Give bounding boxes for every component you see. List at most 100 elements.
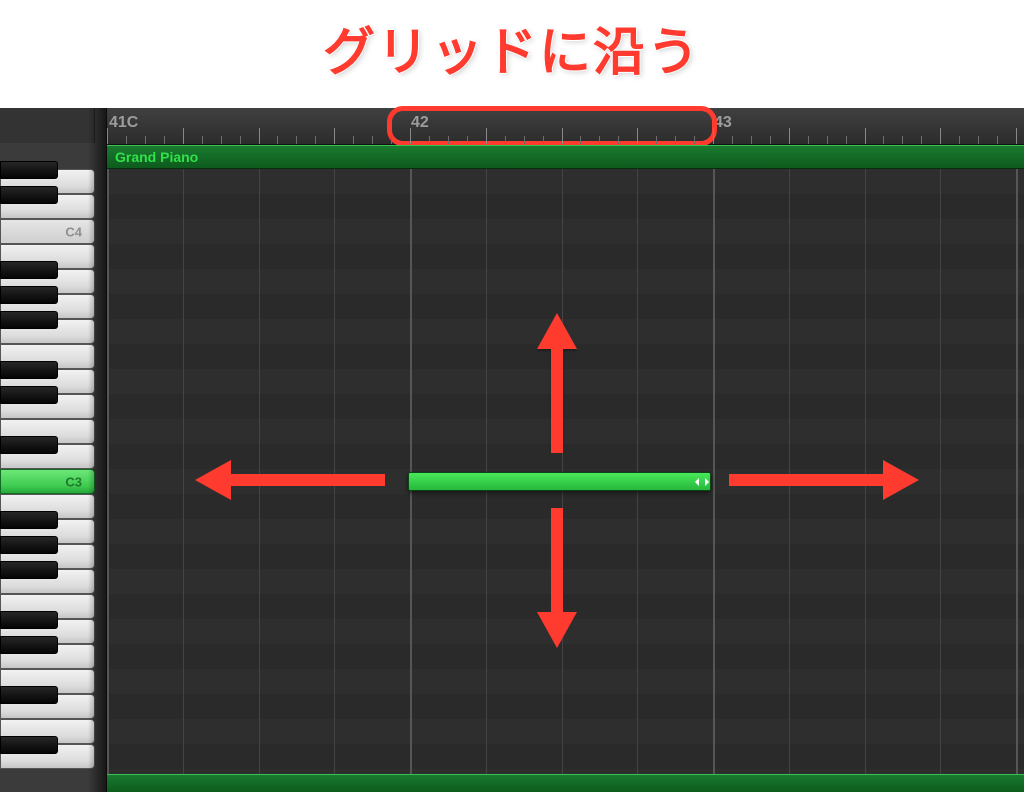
piano-key-black[interactable] <box>0 611 58 629</box>
piano-key-c4[interactable]: C4 <box>0 219 95 244</box>
ruler-tick <box>164 136 165 144</box>
ruler-bar-number: 42 <box>411 114 429 132</box>
grid-row <box>107 369 1024 394</box>
ruler-tick <box>505 136 506 144</box>
piano-key-black[interactable] <box>0 636 58 654</box>
note-resize-handle-icon[interactable] <box>694 473 709 490</box>
grid-row <box>107 169 1024 194</box>
annotation-highlight-box <box>387 106 717 146</box>
piano-key-black[interactable] <box>0 361 58 379</box>
ruler-tick <box>126 136 127 144</box>
ruler-tick <box>637 128 638 144</box>
piano-key-black[interactable] <box>0 386 58 404</box>
ruler-tick <box>846 136 847 144</box>
ruler-tick <box>940 128 941 144</box>
grid-row <box>107 569 1024 594</box>
piano-key-black[interactable] <box>0 536 58 554</box>
ruler-tick-major <box>713 128 714 144</box>
grid-row <box>107 244 1024 269</box>
ruler-tick <box>562 128 563 144</box>
piano-roll-editor: C4 C3 <box>0 108 1024 792</box>
ruler-tick <box>524 136 525 144</box>
grid-row <box>107 744 1024 769</box>
grid-row <box>107 219 1024 244</box>
grid-row <box>107 194 1024 219</box>
ruler-tick <box>580 136 581 144</box>
ruler-tick <box>315 136 316 144</box>
grid-row <box>107 394 1024 419</box>
piano-key-black[interactable] <box>0 686 58 704</box>
piano-key-black[interactable] <box>0 736 58 754</box>
ruler-tick <box>145 136 146 144</box>
piano-roll-grid[interactable] <box>107 169 1024 774</box>
ruler-tick <box>808 136 809 144</box>
ruler-tick <box>883 136 884 144</box>
ruler-bar-number: 41C <box>109 114 138 132</box>
ruler-tick <box>827 136 828 144</box>
piano-key-black[interactable] <box>0 286 58 304</box>
grid-row <box>107 719 1024 744</box>
ruler-tick <box>656 136 657 144</box>
grid-row <box>107 644 1024 669</box>
ruler-tick <box>694 136 695 144</box>
grid-row <box>107 694 1024 719</box>
grid-row <box>107 619 1024 644</box>
ruler-tick <box>789 128 790 144</box>
ruler-tick <box>259 128 260 144</box>
piano-key-black[interactable] <box>0 511 58 529</box>
piano-key-black[interactable] <box>0 436 58 454</box>
grid-row <box>107 544 1024 569</box>
ruler-tick <box>429 136 430 144</box>
piano-key-black[interactable] <box>0 186 58 204</box>
grid-beat-line <box>789 169 790 774</box>
piano-key-black[interactable] <box>0 561 58 579</box>
ruler-tick <box>183 128 184 144</box>
grid-beat-line <box>259 169 260 774</box>
note-canvas[interactable]: 41C 42 43 Grand Piano <box>107 108 1024 792</box>
ruler-tick <box>675 136 676 144</box>
piano-key-black[interactable] <box>0 311 58 329</box>
grid-beat-line <box>183 169 184 774</box>
key-label-c3: C3 <box>65 474 82 489</box>
grid-beat-line <box>334 169 335 774</box>
ruler-tick <box>751 136 752 144</box>
grid-bar-line <box>1016 169 1018 774</box>
ruler-tick <box>391 136 392 144</box>
timeline-ruler[interactable]: 41C 42 43 <box>107 108 1024 145</box>
ruler-tick <box>467 136 468 144</box>
ruler-tick <box>618 136 619 144</box>
grid-row <box>107 669 1024 694</box>
piano-key-black[interactable] <box>0 161 58 179</box>
grid-row <box>107 344 1024 369</box>
annotation-title: グリッドに沿う <box>0 10 1024 85</box>
ruler-tick <box>865 128 866 144</box>
piano-keyboard[interactable]: C4 C3 <box>0 108 107 792</box>
grid-row <box>107 319 1024 344</box>
ruler-tick <box>959 136 960 144</box>
grid-bar-line <box>107 169 109 774</box>
ruler-tick <box>334 128 335 144</box>
ruler-tick-major <box>410 128 411 144</box>
grid-row <box>107 419 1024 444</box>
ruler-tick <box>221 136 222 144</box>
ruler-bar-number: 43 <box>714 114 732 132</box>
midi-note[interactable] <box>408 472 711 491</box>
keyboard-top-spacer <box>0 108 95 143</box>
ruler-tick <box>448 136 449 144</box>
ruler-tick <box>372 136 373 144</box>
grid-row <box>107 444 1024 469</box>
track-header[interactable]: Grand Piano <box>107 145 1024 169</box>
grid-beat-line <box>865 169 866 774</box>
ruler-tick <box>997 136 998 144</box>
grid-bar-line <box>713 169 715 774</box>
ruler-tick <box>486 128 487 144</box>
piano-key-black[interactable] <box>0 261 58 279</box>
ruler-tick <box>978 136 979 144</box>
ruler-tick <box>770 136 771 144</box>
ruler-tick <box>543 136 544 144</box>
key-label-c4: C4 <box>65 224 82 239</box>
ruler-tick-major <box>1016 128 1017 144</box>
ruler-tick <box>277 136 278 144</box>
piano-key-c3[interactable]: C3 <box>0 469 95 494</box>
grid-row <box>107 519 1024 544</box>
